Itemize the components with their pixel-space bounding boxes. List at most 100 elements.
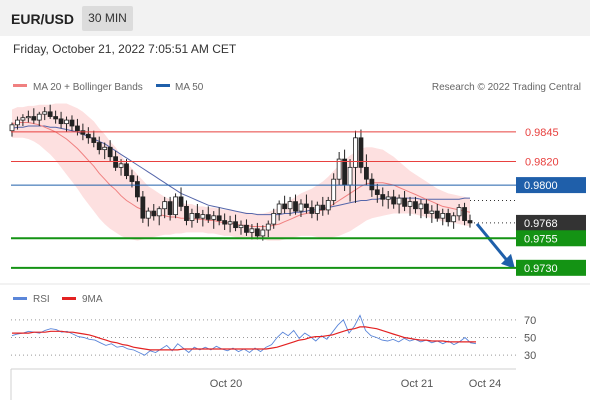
candle-body xyxy=(451,215,457,223)
candle-body xyxy=(309,207,315,214)
candle-body xyxy=(42,111,48,115)
rsi-tick-label: 70 xyxy=(524,315,536,327)
candle-body xyxy=(434,210,440,219)
rsi-plot: 70 50 30 xyxy=(11,314,536,362)
level-label-0.9845: 0.9845 xyxy=(525,127,559,139)
rsi-legend-label: RSI xyxy=(33,294,50,305)
candle-body xyxy=(418,203,424,210)
candle-body xyxy=(135,181,140,198)
candle-body xyxy=(244,224,249,233)
candle-body xyxy=(145,210,151,219)
candle-body xyxy=(276,203,282,214)
x-tick-label: Oct 21 xyxy=(401,378,433,390)
rsi-ma-legend-swatch xyxy=(62,297,76,300)
candle-body xyxy=(216,215,222,221)
candle-body xyxy=(254,228,260,237)
candle-body xyxy=(47,111,53,117)
candle-body xyxy=(271,213,277,225)
candle-body xyxy=(20,117,26,121)
candle-body xyxy=(36,113,42,121)
candle-body xyxy=(31,116,37,121)
candle-body xyxy=(364,166,369,180)
candle-body xyxy=(222,220,228,225)
candle-body xyxy=(391,196,397,205)
candle-body xyxy=(298,203,304,212)
candle-body xyxy=(227,221,233,225)
candle-body xyxy=(429,210,435,214)
candle-body xyxy=(336,158,342,180)
level-label-0.9755: 0.9755 xyxy=(524,233,558,245)
candle-body xyxy=(238,224,244,229)
rsi-tick-label: 30 xyxy=(524,350,536,362)
candle-body xyxy=(342,158,347,186)
ma20-legend-label: MA 20 + Bollinger Bands xyxy=(33,82,143,93)
candle-body xyxy=(75,125,80,132)
candle-body xyxy=(173,196,178,216)
candle-body xyxy=(402,197,407,207)
rsi-ma-line xyxy=(12,326,476,351)
candle-body xyxy=(325,200,331,211)
candle-body xyxy=(347,166,353,186)
candle-body xyxy=(423,203,429,214)
candle-body xyxy=(456,207,462,217)
candle-body xyxy=(293,201,298,212)
x-tick-label: Oct 24 xyxy=(469,378,501,390)
candle-body xyxy=(380,194,386,200)
x-tick-label: Oct 20 xyxy=(210,378,242,390)
candle-body xyxy=(151,210,157,217)
price-plot: 0.9768 xyxy=(9,103,586,269)
candle-body xyxy=(374,189,380,195)
candle-body xyxy=(140,196,146,219)
candle-body xyxy=(156,208,162,217)
rsi-tick-label: 50 xyxy=(524,333,536,345)
candle-body xyxy=(331,178,337,201)
candle-body xyxy=(124,163,129,177)
candle-body xyxy=(265,223,271,231)
candle-body xyxy=(353,137,358,168)
candle-body xyxy=(64,119,69,125)
candle-body xyxy=(440,213,446,219)
forecast-arrow xyxy=(475,222,511,264)
candle-body xyxy=(69,119,75,127)
candle-body xyxy=(205,214,211,220)
candle-body xyxy=(118,163,124,168)
candle-body xyxy=(178,196,184,207)
level-label-0.9730: 0.9730 xyxy=(524,263,558,275)
candle-body xyxy=(320,204,326,211)
candle-body xyxy=(91,137,97,143)
chart-widget: EUR/USD 30 MIN Friday, October 21, 2022 … xyxy=(0,0,590,400)
candle-body xyxy=(249,228,255,233)
level-label-0.9820: 0.9820 xyxy=(525,156,559,168)
candle-body xyxy=(358,137,364,168)
candle-body xyxy=(445,213,451,223)
candle-body xyxy=(282,203,288,210)
candle-body xyxy=(462,207,467,221)
candle-body xyxy=(184,205,189,221)
candle-body xyxy=(25,116,31,119)
level-label-0.9800: 0.9800 xyxy=(524,180,558,192)
candle-body xyxy=(113,156,118,168)
candle-body xyxy=(385,196,391,200)
candle-body xyxy=(211,215,217,220)
candle-body xyxy=(194,213,200,219)
rsi-ma-legend-label: 9MA xyxy=(82,294,103,305)
candle-body xyxy=(96,142,102,151)
candle-body xyxy=(102,146,108,151)
candle-body xyxy=(167,201,173,216)
candle-body xyxy=(129,175,135,182)
candle-body xyxy=(58,118,64,125)
candle-body xyxy=(287,201,293,210)
candle-body xyxy=(200,214,206,219)
ma20-legend-swatch xyxy=(13,84,27,87)
bollinger-band xyxy=(12,103,470,241)
candle-body xyxy=(107,146,113,158)
candle-body xyxy=(53,116,59,120)
candle-body xyxy=(314,204,320,214)
candle-body xyxy=(162,201,168,210)
candle-body xyxy=(260,229,266,237)
candle-body xyxy=(369,178,375,191)
candle-body xyxy=(407,201,413,207)
credit-label: Research © 2022 Trading Central xyxy=(432,82,581,93)
ma50-legend-swatch xyxy=(156,84,170,87)
candle-body xyxy=(189,213,195,221)
